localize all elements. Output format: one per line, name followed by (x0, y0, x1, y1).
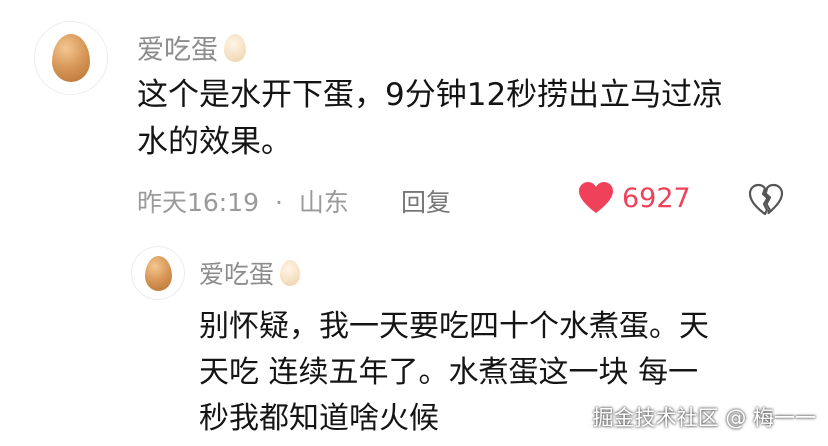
watermark: 掘金技术社区 @ 梅一一 (592, 406, 816, 430)
username-label: 爱吃蛋 (199, 260, 275, 289)
egg-icon (52, 34, 90, 82)
comment-text: 这个是水开下蛋，9分钟12秒捞出立马过凉 水的效果。 (137, 72, 723, 165)
heart-icon (579, 182, 613, 213)
comment-text-line: 水的效果。 (137, 123, 292, 160)
comment-text-line: 这个是水开下蛋，9分钟12秒捞出立马过凉 (137, 77, 724, 113)
comment-username[interactable]: 爱吃蛋 (137, 28, 246, 67)
reply-button[interactable]: 回复 (401, 183, 451, 219)
egg-badge-icon (224, 33, 246, 62)
reply-text-line: 别怀疑，我一天要吃四十个水煮蛋。天 (199, 309, 709, 344)
like-button[interactable]: 6927 (578, 181, 691, 215)
avatar[interactable] (34, 21, 108, 95)
egg-badge-icon (280, 260, 301, 286)
comment-meta: 昨天16:19 · 山东 (137, 183, 349, 219)
reply-avatar[interactable] (131, 246, 185, 300)
meta-separator: · (275, 188, 283, 217)
like-count: 6927 (622, 182, 691, 214)
location: 山东 (298, 188, 349, 217)
broken-heart-icon (748, 183, 784, 216)
username-label: 爱吃蛋 (137, 35, 218, 66)
reply-text-line: 天吃 连续五年了。水煮蛋这一块 每一 (199, 355, 699, 390)
dislike-button[interactable] (748, 183, 784, 221)
reply-username[interactable]: 爱吃蛋 (199, 255, 301, 291)
egg-icon (144, 255, 172, 291)
timestamp: 昨天16:19 (137, 188, 260, 217)
